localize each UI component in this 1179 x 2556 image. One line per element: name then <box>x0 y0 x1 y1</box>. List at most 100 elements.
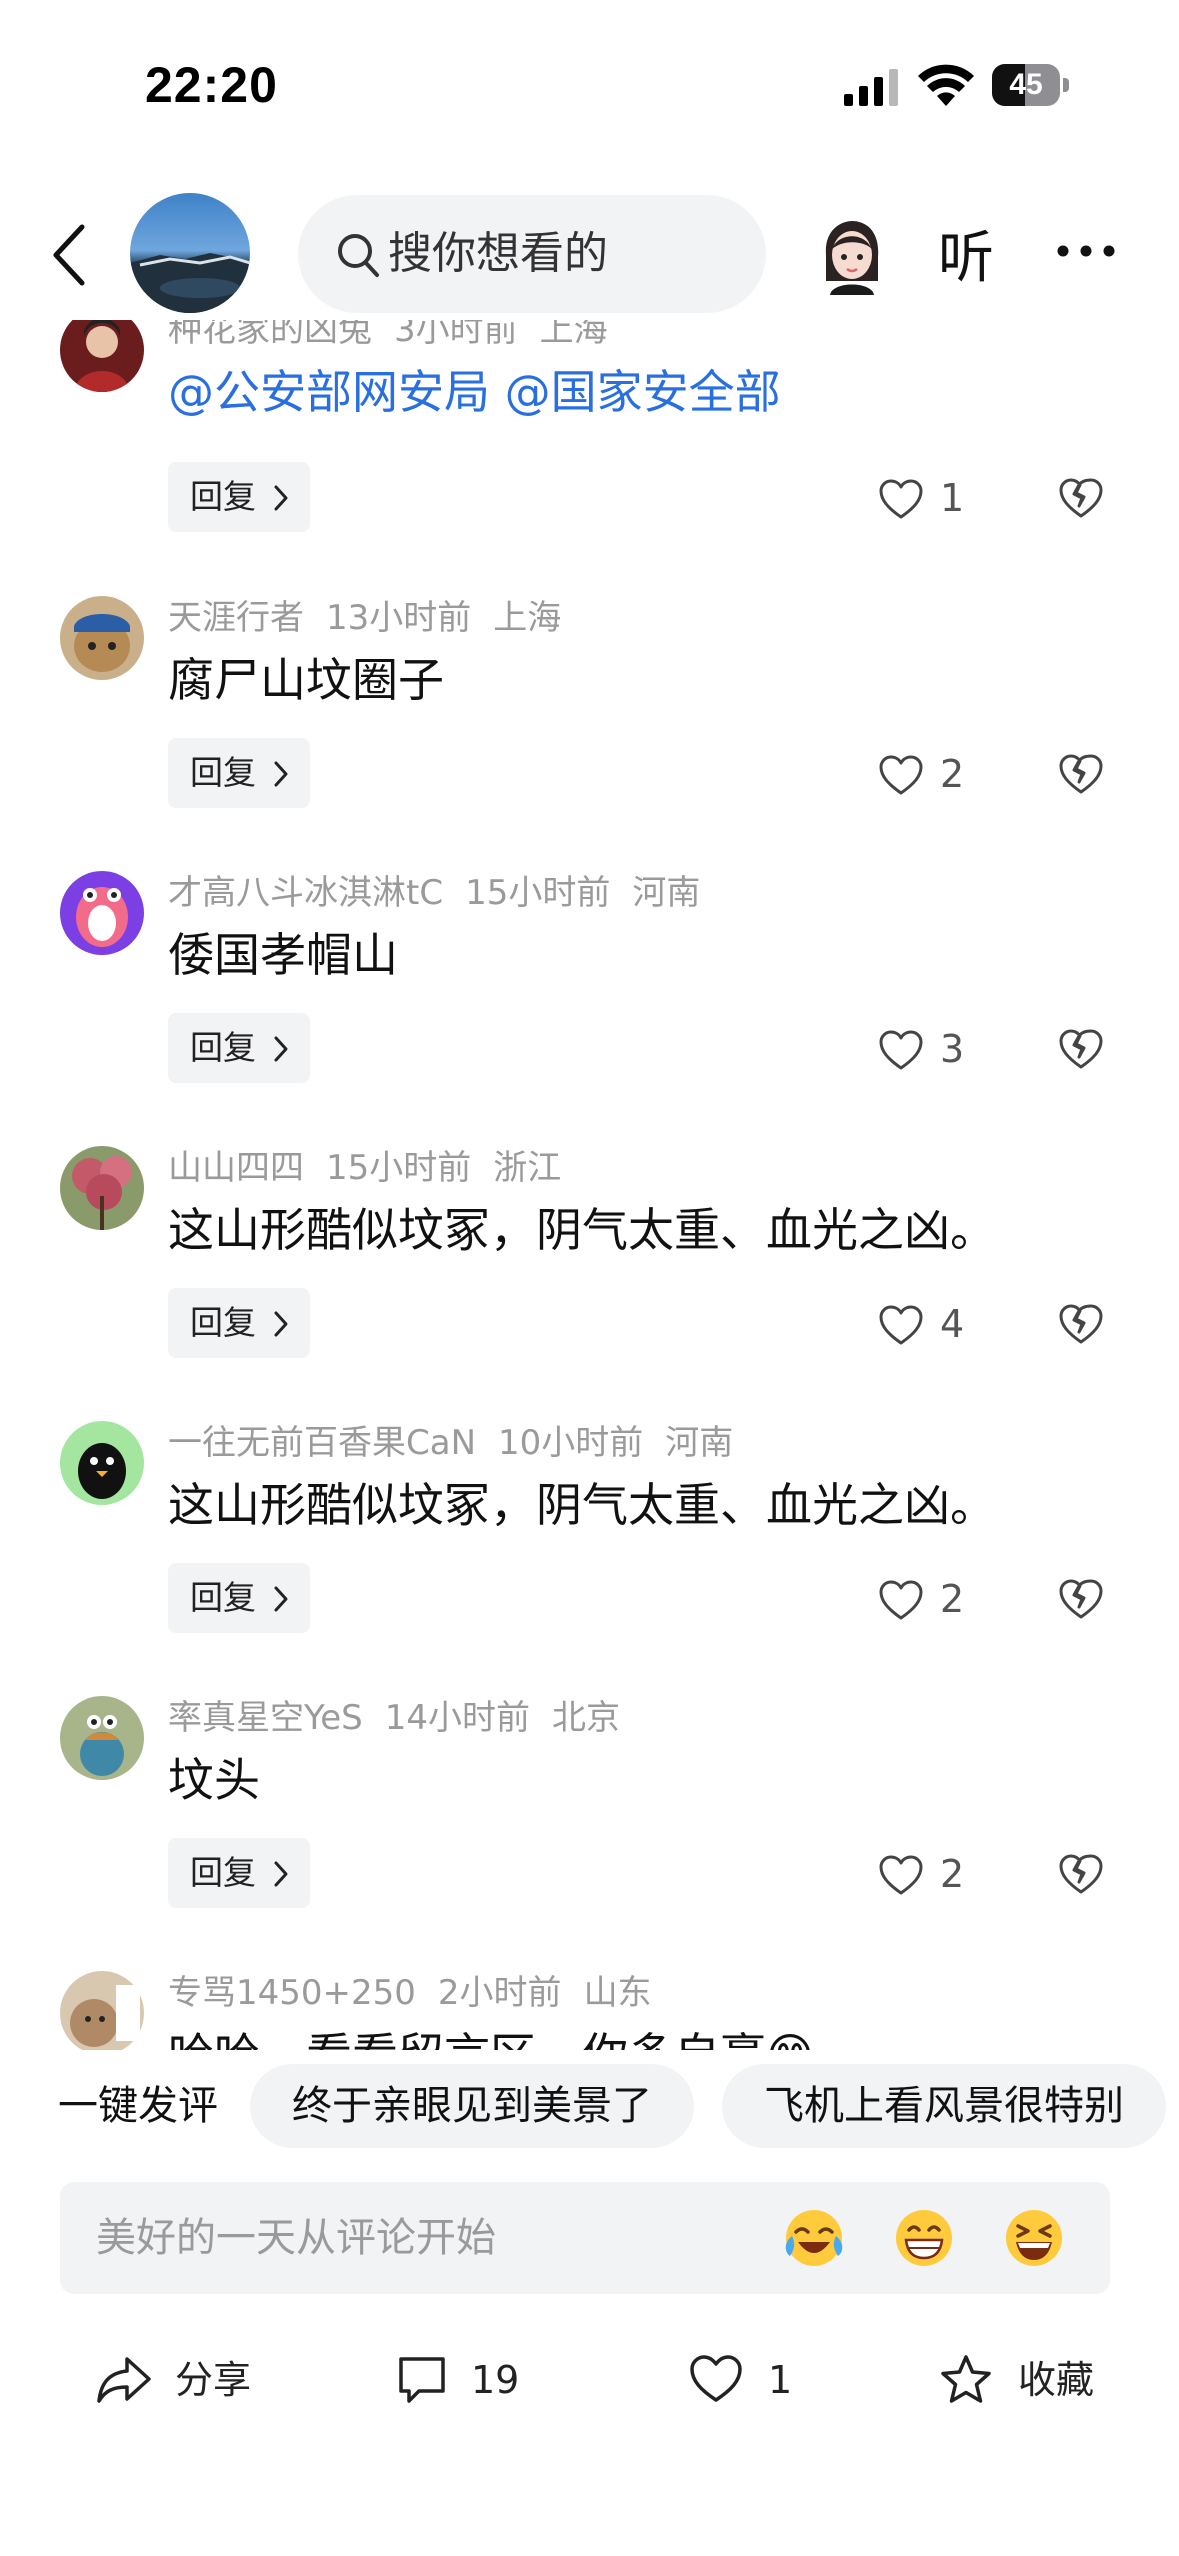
author-avatar[interactable] <box>130 193 250 313</box>
comment-item: 率真星空YeS 14小时前 北京 坟头 回复 2 <box>0 1696 1179 1971</box>
user-avatar[interactable] <box>60 1421 144 1505</box>
collect-button[interactable]: 收藏 <box>938 2345 1098 2415</box>
reply-button[interactable]: 回复 <box>168 1013 310 1083</box>
like-button[interactable]: 3 <box>878 1027 988 1071</box>
reply-button[interactable]: 回复 <box>168 1838 310 1908</box>
broken-heart-icon[interactable] <box>1058 1027 1104 1071</box>
comment-time: 15小时前 <box>326 1148 472 1188</box>
search-placeholder: 搜你想看的 <box>388 228 608 279</box>
user-avatar[interactable] <box>60 320 144 392</box>
comment-input[interactable]: 美好的一天从评论开始 <box>60 2182 1110 2294</box>
user-avatar[interactable] <box>60 596 144 680</box>
reply-button[interactable]: 回复 <box>168 738 310 808</box>
reply-button[interactable]: 回复 <box>168 1288 310 1358</box>
comment-username[interactable]: 天涯行者 <box>168 598 304 638</box>
broken-heart-icon[interactable] <box>1058 752 1104 796</box>
comment-location: 北京 <box>552 1698 621 1738</box>
comment-item: 专骂1450+250 2小时前山东 哈哈，看看留言区，你多自豪😊 <box>0 1971 1179 2050</box>
comment-bubble-icon <box>399 2357 445 2403</box>
heart-icon <box>879 479 923 519</box>
comment-time: 2小时前 <box>437 1973 562 2013</box>
comment-text[interactable]: @公安部网安局 @国家安全部 <box>168 356 781 422</box>
like-button[interactable]: 1 <box>878 476 988 520</box>
grinning-emoji-icon[interactable] <box>892 2206 956 2270</box>
reply-button[interactable]: 回复 <box>168 1563 310 1633</box>
comment-username[interactable]: 山山四四 <box>168 1148 304 1188</box>
broken-heart-icon[interactable] <box>1058 1852 1104 1896</box>
comment-location: 浙江 <box>493 1148 562 1188</box>
reply-label: 回复 <box>190 1853 256 1892</box>
chevron-right-icon <box>274 1311 288 1337</box>
like-count: 2 <box>940 752 965 796</box>
chevron-right-icon <box>274 761 288 787</box>
more-icon[interactable] <box>1055 240 1117 262</box>
comment-username[interactable]: 专骂1450+250 <box>168 1973 416 2013</box>
status-bar: 22:20 45 <box>0 0 1179 170</box>
like-count: 4 <box>940 1302 965 1346</box>
share-icon <box>97 2357 151 2403</box>
status-time: 22:20 <box>145 57 278 113</box>
tears-of-joy-emoji-icon[interactable] <box>782 2206 846 2270</box>
listen-button[interactable]: 听 <box>938 213 994 294</box>
comment-item: 种花家的凶兔 3小时前 上海 @公安部网安局 @国家安全部 回复 1 <box>0 320 1179 595</box>
heart-icon <box>879 1580 923 1620</box>
comment-text[interactable]: 这山形酷似坟冢，阴气太重、血光之凶。 <box>168 1469 996 1535</box>
reply-label: 回复 <box>190 477 256 516</box>
bottom-action-bar: 分享 19 1 收藏 <box>0 2320 1179 2440</box>
heart-icon <box>879 1030 923 1070</box>
comment-text[interactable]: 倭国孝帽山 <box>168 919 398 985</box>
like-button[interactable]: 2 <box>878 752 988 796</box>
heart-icon <box>879 755 923 795</box>
like-button[interactable]: 2 <box>878 1852 988 1896</box>
user-avatar[interactable] <box>60 871 144 955</box>
like-count: 3 <box>940 1027 965 1071</box>
back-arrow-icon[interactable] <box>40 215 100 295</box>
comment-username[interactable]: 种花家的凶兔 <box>168 320 372 350</box>
broken-heart-icon[interactable] <box>1058 1302 1104 1346</box>
search-input[interactable]: 搜你想看的 <box>298 195 766 313</box>
user-avatar[interactable] <box>60 1146 144 1230</box>
comment-time: 13小时前 <box>326 598 472 638</box>
search-icon <box>338 234 379 277</box>
comment-location: 河南 <box>632 873 701 913</box>
quick-comment-chip[interactable]: 飞机上看风景很特别 <box>722 2064 1166 2148</box>
post-like-count: 1 <box>768 2358 793 2402</box>
comment-item: 山山四四 15小时前 浙江 这山形酷似坟冢，阴气太重、血光之凶。 回复 4 <box>0 1146 1179 1421</box>
comment-meta: 率真星空YeS 14小时前 北京 <box>168 1690 642 1739</box>
like-button[interactable]: 2 <box>878 1577 988 1621</box>
comment-text[interactable]: 这山形酷似坟冢，阴气太重、血光之凶。 <box>168 1194 996 1260</box>
collect-label: 收藏 <box>1018 2358 1095 2402</box>
comment-item: 一往无前百香果CaN 10小时前 河南 这山形酷似坟冢，阴气太重、血光之凶。 回复 … <box>0 1421 1179 1696</box>
comment-item: 才高八斗冰淇淋tC 15小时前 河南 倭国孝帽山 回复 3 <box>0 871 1179 1146</box>
star-icon <box>941 2355 991 2403</box>
comment-username[interactable]: 一往无前百香果CaN <box>168 1423 476 1463</box>
comment-text[interactable]: 哈哈，看看留言区，你多自豪😊 <box>168 2019 814 2050</box>
comment-username[interactable]: 率真星空YeS <box>168 1698 363 1738</box>
quick-comment-bar: 一键发评 终于亲眼见到美景了 飞机上看风景很特别 <box>0 2050 1179 2162</box>
wifi-icon <box>918 64 974 106</box>
reply-label: 回复 <box>190 1303 256 1342</box>
reply-button[interactable]: 回复 <box>168 462 310 532</box>
comment-username[interactable]: 才高八斗冰淇淋tC <box>168 873 443 913</box>
laughing-emoji-icon[interactable] <box>1002 2206 1066 2270</box>
user-avatar[interactable] <box>60 1971 144 2050</box>
broken-heart-icon[interactable] <box>1058 476 1104 520</box>
comment-button[interactable]: 19 <box>395 2345 535 2415</box>
comment-list: 种花家的凶兔 3小时前 上海 @公安部网安局 @国家安全部 回复 1 天涯行者 13小… <box>0 320 1179 2050</box>
comment-input-placeholder: 美好的一天从评论开始 <box>96 2215 496 2261</box>
comment-text[interactable]: 腐尸山坟圈子 <box>168 644 444 710</box>
comment-meta: 种花家的凶兔 3小时前 上海 <box>168 320 630 351</box>
user-avatar[interactable] <box>60 1696 144 1780</box>
like-post-button[interactable]: 1 <box>688 2345 798 2415</box>
comment-time: 15小时前 <box>465 873 611 913</box>
broken-heart-icon[interactable] <box>1058 1577 1104 1621</box>
cellular-signal-icon <box>844 69 898 106</box>
comment-text[interactable]: 坟头 <box>168 1744 260 1810</box>
like-button[interactable]: 4 <box>878 1302 988 1346</box>
ai-assistant-avatar[interactable] <box>812 215 892 295</box>
comment-meta: 天涯行者 13小时前 上海 <box>168 590 583 639</box>
share-button[interactable]: 分享 <box>95 2345 255 2415</box>
comment-meta: 专骂1450+250 2小时前 山东 <box>168 1965 674 2014</box>
quick-comment-chip[interactable]: 终于亲眼见到美景了 <box>250 2064 694 2148</box>
heart-icon <box>879 1855 923 1895</box>
